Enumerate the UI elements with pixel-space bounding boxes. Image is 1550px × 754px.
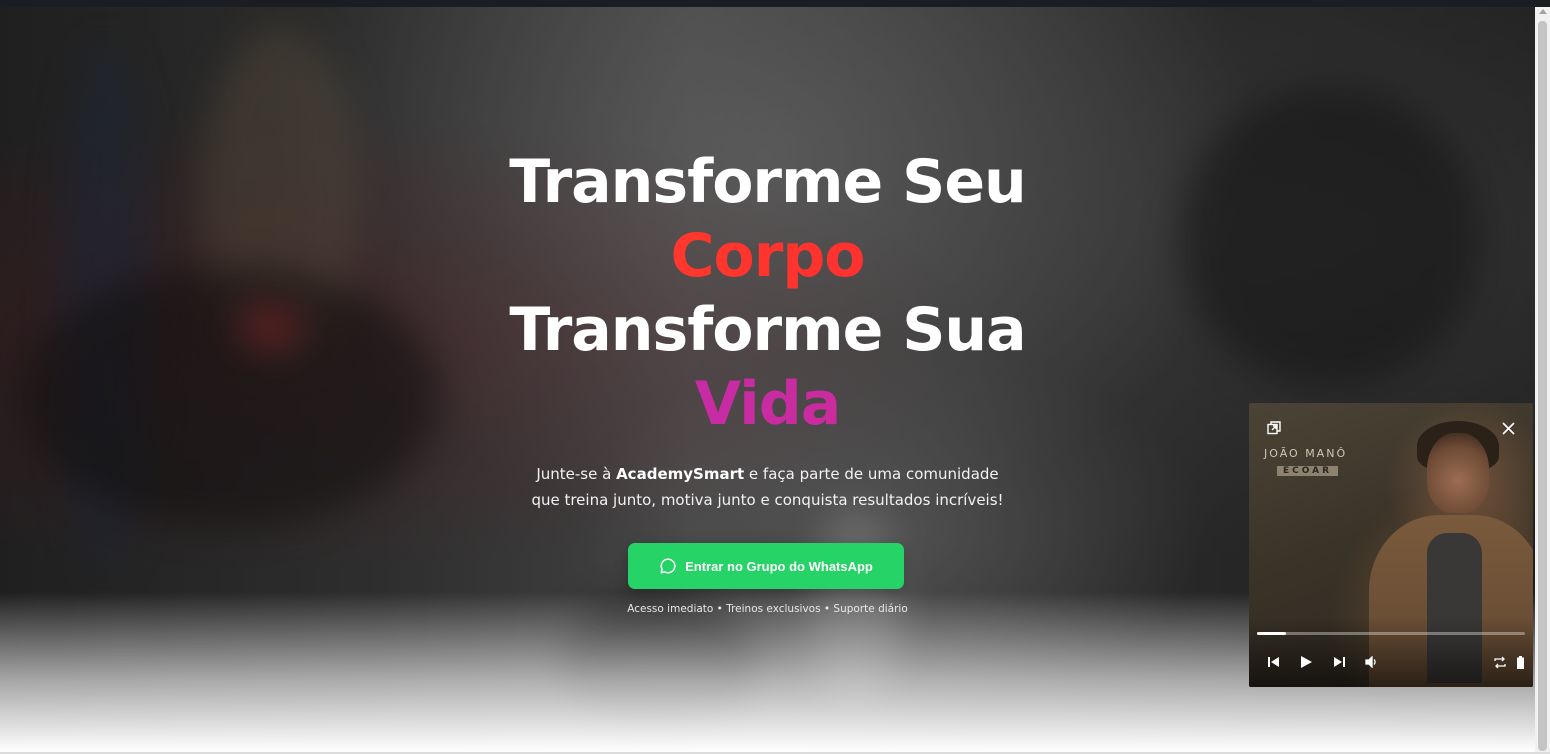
headline-highlight-corpo: Corpo bbox=[0, 219, 1535, 293]
volume-icon[interactable] bbox=[1363, 654, 1381, 670]
close-icon[interactable] bbox=[1499, 419, 1517, 437]
cta-label: Entrar no Grupo do WhatsApp bbox=[685, 558, 873, 574]
scroll-up-arrow-icon[interactable] bbox=[1539, 9, 1547, 14]
page-scrollbar[interactable] bbox=[1535, 7, 1550, 752]
album-art-face bbox=[1427, 433, 1489, 513]
subtitle-brand: AcademySmart bbox=[616, 465, 745, 483]
pip-icon[interactable] bbox=[1265, 419, 1283, 437]
join-whatsapp-group-button[interactable]: Entrar no Grupo do WhatsApp bbox=[628, 543, 904, 589]
headline-line-1: Transforme Seu bbox=[509, 147, 1026, 217]
headline-line-2: Transforme Sua bbox=[509, 295, 1026, 365]
play-icon[interactable] bbox=[1297, 654, 1315, 670]
player-progress-bar[interactable] bbox=[1257, 632, 1525, 635]
whatsapp-icon bbox=[659, 557, 677, 575]
player-progress-fill bbox=[1257, 632, 1287, 635]
hero-subtitle: Junte-se à AcademySmart e faça parte de … bbox=[520, 461, 1015, 513]
player-artist-name: JOÃO MANÔ bbox=[1264, 447, 1348, 460]
player-controls-shade bbox=[1249, 617, 1533, 687]
loop-icon[interactable] bbox=[1491, 654, 1509, 670]
scrollbar-thumb[interactable] bbox=[1538, 21, 1547, 751]
battery-icon bbox=[1515, 654, 1525, 670]
subtitle-prefix: Junte-se à bbox=[536, 465, 617, 483]
player-album-tag: ECOAR bbox=[1277, 466, 1339, 476]
hero-headline: Transforme Seu Corpo Transforme Sua Vida bbox=[0, 145, 1535, 441]
browser-top-bar bbox=[0, 0, 1550, 7]
mini-music-player[interactable]: JOÃO MANÔ ECOAR bbox=[1249, 403, 1533, 687]
next-icon[interactable] bbox=[1330, 654, 1348, 670]
previous-icon[interactable] bbox=[1265, 654, 1283, 670]
